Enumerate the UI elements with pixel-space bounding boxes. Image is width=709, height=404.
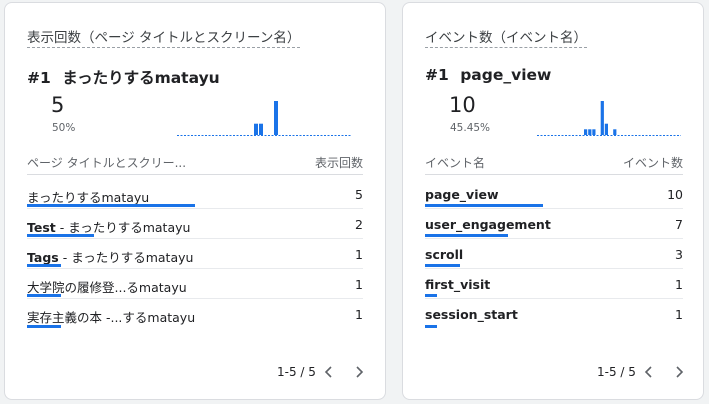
row-value: 7 [675, 217, 683, 232]
row-value: 5 [355, 187, 363, 202]
top-value: 5 [51, 93, 65, 117]
row-label: user_engagement [425, 217, 551, 232]
row-bar [27, 325, 61, 328]
top-item: #1 page_view [425, 66, 551, 84]
top-label: page_view [460, 66, 552, 84]
row-bar [425, 204, 543, 207]
top-percent: 45.45% [450, 122, 491, 134]
row-value: 1 [355, 277, 363, 292]
sparkline-bar [274, 101, 278, 135]
table-row[interactable]: Tags - まったりするmatayu 1 [27, 239, 363, 269]
row-bar [27, 234, 94, 237]
table-row[interactable]: 大学院の履修登...るmatayu 1 [27, 269, 363, 299]
top-rank: #1 [27, 69, 51, 87]
column-header-label[interactable]: ページ タイトルとスクリー... [27, 154, 186, 174]
row-label: page_view [425, 187, 499, 202]
events-card: イベント数（イベント名） #1 page_view 10 45.45% イベント… [402, 2, 704, 400]
row-label: 実存主義の本 -...するmatayu [27, 310, 196, 325]
table-row[interactable]: first_visit 1 [425, 269, 683, 299]
sparkline-bar [600, 101, 604, 135]
sparkline-bar [584, 129, 588, 135]
sparkline-bar [254, 123, 258, 135]
row-label: scroll [425, 247, 464, 262]
table-row[interactable]: session_start 1 [425, 299, 683, 329]
chevron-right-icon[interactable] [666, 362, 692, 382]
row-value: 10 [667, 187, 683, 202]
chevron-left-icon[interactable] [316, 362, 342, 382]
row-label: session_start [425, 307, 518, 322]
row-bar [425, 234, 508, 237]
row-value: 1 [355, 247, 363, 262]
row-bar [425, 294, 437, 297]
table-row[interactable]: page_view 10 [425, 179, 683, 209]
sparkline-chart [537, 101, 681, 136]
chevron-left-icon[interactable] [636, 362, 662, 382]
table-header: イベント名 イベント数 [425, 154, 683, 175]
table-row[interactable]: Test - まったりするmatayu 2 [27, 209, 363, 239]
sparkline-bar [592, 129, 596, 135]
sparkline-bar [588, 129, 592, 135]
top-label: まったりするmatayu [62, 69, 220, 87]
top-rank: #1 [425, 66, 449, 84]
top-item: #1 まったりするmatayu [27, 66, 220, 88]
row-value: 1 [675, 277, 683, 292]
row-bar [425, 325, 437, 328]
column-header-value[interactable]: 表示回数 [315, 154, 363, 174]
top-value: 10 [449, 93, 476, 117]
top-percent: 50% [52, 122, 76, 134]
pagination: 1-5 / 5 [597, 362, 692, 382]
table-row[interactable]: 実存主義の本 -...するmatayu 1 [27, 299, 363, 329]
row-bar [27, 204, 195, 207]
column-header-value[interactable]: イベント数 [623, 154, 683, 174]
table-row[interactable]: まったりするmatayu 5 [27, 179, 363, 209]
column-header-label[interactable]: イベント名 [425, 154, 485, 174]
page-range: 1-5 / 5 [597, 365, 636, 379]
row-bar [27, 264, 61, 267]
pagination: 1-5 / 5 [277, 362, 372, 382]
row-value: 1 [675, 307, 683, 322]
sparkline-bar [613, 129, 617, 135]
row-bar [27, 294, 61, 297]
table-row[interactable]: scroll 3 [425, 239, 683, 269]
table-header: ページ タイトルとスクリー... 表示回数 [27, 154, 363, 175]
chevron-right-icon[interactable] [346, 362, 372, 382]
sparkline-chart [177, 101, 351, 136]
row-value: 2 [355, 217, 363, 232]
card-title[interactable]: 表示回数（ページ タイトルとスクリーン名） [27, 26, 301, 48]
page-range: 1-5 / 5 [277, 365, 316, 379]
row-label: first_visit [425, 277, 491, 292]
pageviews-card: 表示回数（ページ タイトルとスクリーン名） #1 まったりするmatayu 5 … [4, 2, 386, 400]
row-bar [425, 264, 460, 267]
sparkline-bar [604, 123, 608, 135]
row-value: 1 [355, 307, 363, 322]
card-title[interactable]: イベント数（イベント名） [425, 26, 587, 48]
sparkline-bar [259, 123, 263, 135]
row-value: 3 [675, 247, 683, 262]
table-row[interactable]: user_engagement 7 [425, 209, 683, 239]
